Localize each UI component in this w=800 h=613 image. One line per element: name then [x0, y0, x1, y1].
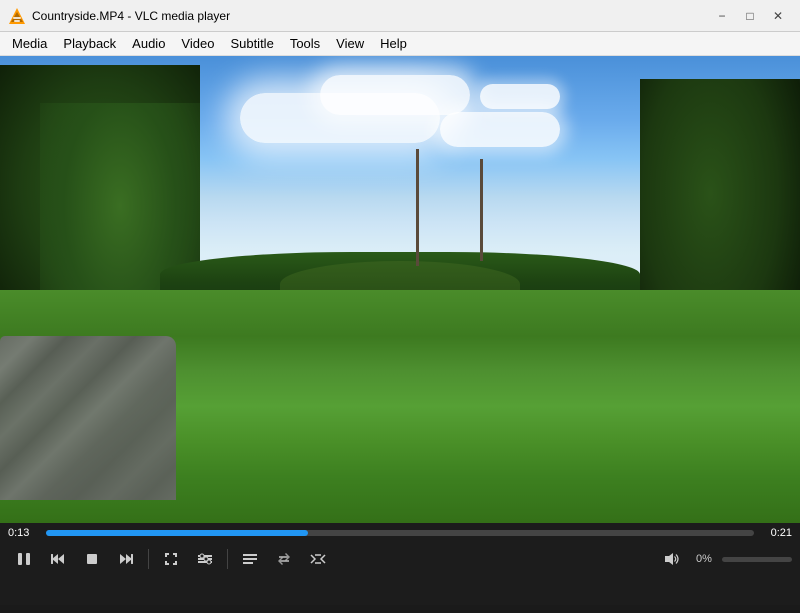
menu-audio[interactable]: Audio	[124, 34, 173, 53]
video-area[interactable]	[0, 56, 800, 523]
cloud-4	[480, 84, 560, 109]
power-pole-2	[480, 159, 483, 262]
volume-button[interactable]	[658, 545, 686, 573]
shuffle-button[interactable]	[302, 543, 334, 575]
play-pause-button[interactable]	[8, 543, 40, 575]
stone-wall	[0, 336, 176, 499]
skip-forward-button[interactable]	[110, 543, 142, 575]
maximize-button[interactable]: □	[736, 0, 764, 32]
control-bar: 0:13 0:21	[0, 523, 800, 605]
menu-media[interactable]: Media	[4, 34, 55, 53]
playlist-icon	[242, 551, 258, 567]
stop-icon	[84, 551, 100, 567]
volume-percent: 0%	[690, 553, 718, 565]
skip-back-icon	[50, 551, 66, 567]
volume-track[interactable]	[722, 557, 792, 562]
time-current: 0:13	[8, 527, 38, 539]
extended-button[interactable]	[189, 543, 221, 575]
extended-icon	[197, 551, 213, 567]
playlist-button[interactable]	[234, 543, 266, 575]
menu-video[interactable]: Video	[173, 34, 222, 53]
window-controls[interactable]: − □ ✕	[708, 0, 792, 32]
volume-area: 0%	[658, 545, 792, 573]
pause-icon	[16, 551, 32, 567]
skip-forward-icon	[118, 551, 134, 567]
video-scene	[0, 56, 800, 523]
loop-icon	[276, 551, 292, 567]
progress-track[interactable]	[46, 530, 754, 536]
minimize-button[interactable]: −	[708, 0, 736, 32]
window-title: Countryside.MP4 - VLC media player	[32, 9, 708, 23]
menu-view[interactable]: View	[328, 34, 372, 53]
cloud-3	[440, 112, 560, 147]
separator-2	[227, 549, 228, 569]
loop-button[interactable]	[268, 543, 300, 575]
progress-area: 0:13 0:21	[8, 527, 792, 539]
progress-fill	[46, 530, 308, 536]
close-button[interactable]: ✕	[764, 0, 792, 32]
vlc-icon	[8, 7, 26, 25]
title-bar: Countryside.MP4 - VLC media player − □ ✕	[0, 0, 800, 32]
fullscreen-icon	[163, 551, 179, 567]
skip-back-button[interactable]	[42, 543, 74, 575]
menu-help[interactable]: Help	[372, 34, 415, 53]
cloud-2	[320, 75, 470, 115]
volume-icon	[664, 551, 680, 567]
time-total: 0:21	[762, 527, 792, 539]
controls-row: 0%	[8, 543, 792, 575]
power-pole-1	[416, 149, 419, 266]
fullscreen-button[interactable]	[155, 543, 187, 575]
shuffle-icon	[310, 551, 326, 567]
menu-tools[interactable]: Tools	[282, 34, 328, 53]
stop-button[interactable]	[76, 543, 108, 575]
menu-subtitle[interactable]: Subtitle	[222, 34, 281, 53]
separator-1	[148, 549, 149, 569]
menu-playback[interactable]: Playback	[55, 34, 124, 53]
menu-bar: Media Playback Audio Video Subtitle Tool…	[0, 32, 800, 56]
